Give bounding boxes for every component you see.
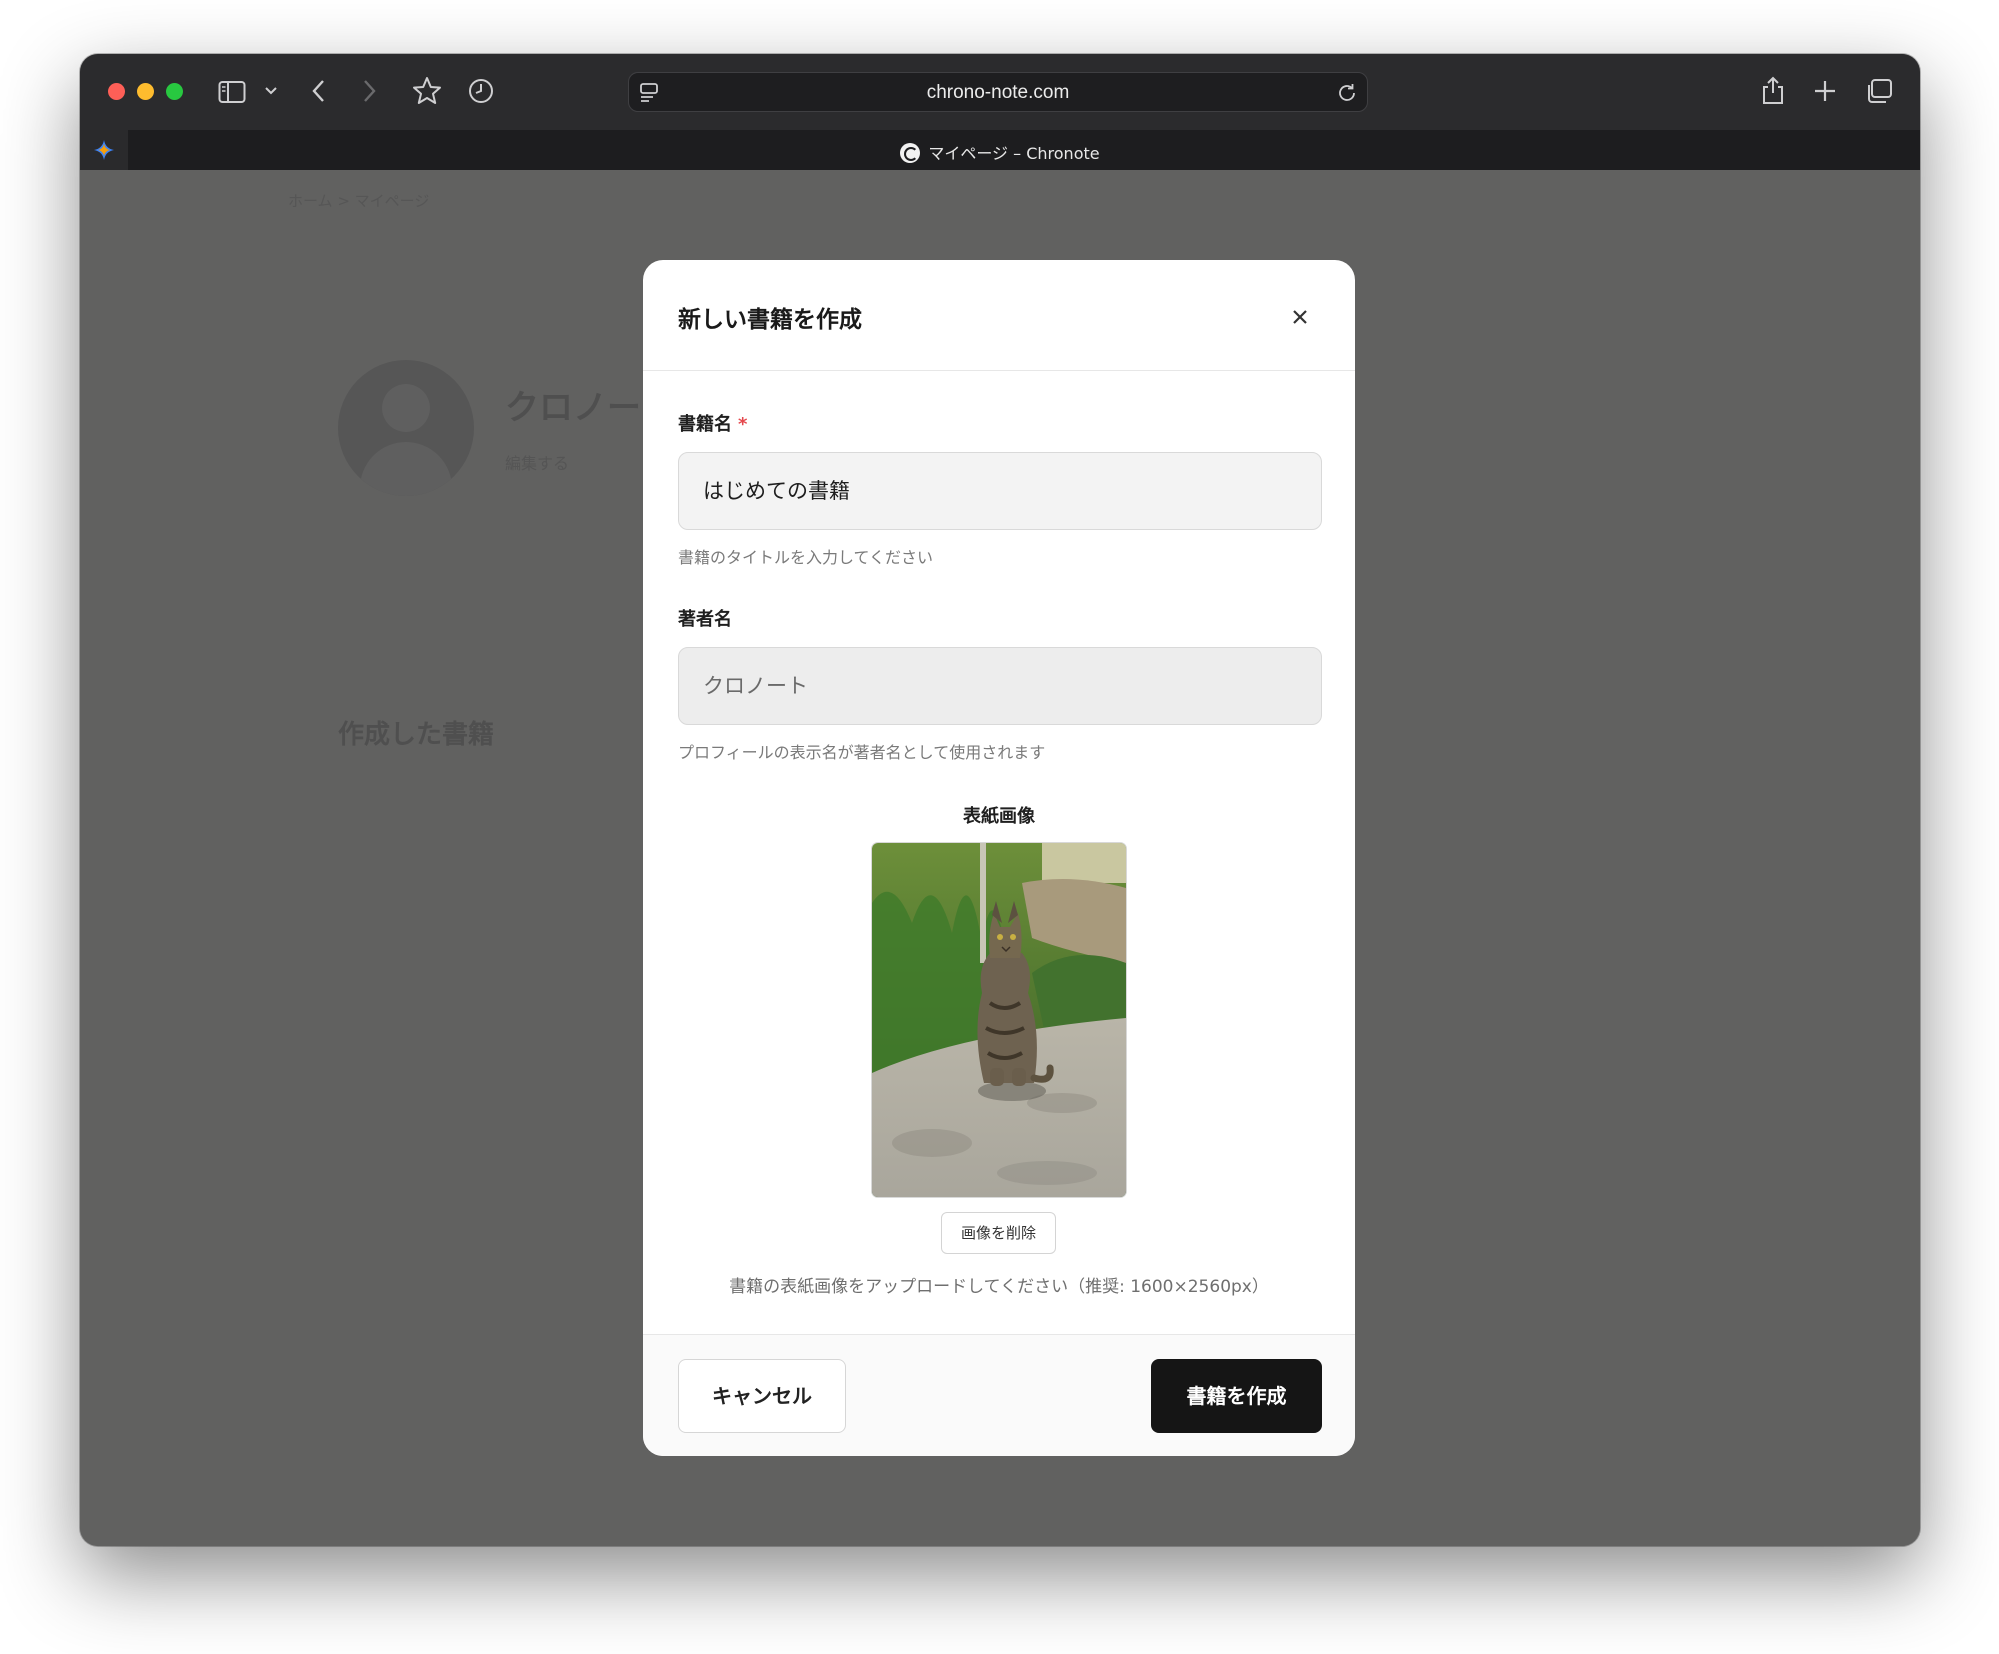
books-section-title: 作成した書籍 [338, 720, 495, 750]
tab-bar: マイページ – Chronote [80, 130, 1920, 170]
author-hint: プロフィールの表示名が著者名として使用されます [678, 743, 1046, 762]
zoom-window-button[interactable] [166, 83, 183, 100]
bookmark-star-icon[interactable] [412, 76, 442, 106]
site-logo-icon [900, 143, 921, 163]
cover-image-label: 表紙画像 [963, 806, 1035, 827]
create-book-dialog: 新しい書籍を作成 書籍名 * はじめての書籍 書籍のタイトルを入力してください 著… [643, 260, 1355, 1456]
profile-edit-link: 編集する [505, 454, 570, 473]
breadcrumb: ホーム > マイページ [288, 192, 430, 210]
cover-image-preview [872, 843, 1126, 1197]
book-title-label: 書籍名 * [678, 414, 748, 435]
cover-image-hint: 書籍の表紙画像をアップロードしてください（推奨: 1600×2560px） [729, 1277, 1269, 1297]
dialog-footer: キャンセル 書籍を作成 [643, 1334, 1355, 1456]
create-book-button[interactable]: 書籍を作成 [1151, 1359, 1322, 1433]
minimize-window-button[interactable] [137, 83, 154, 100]
close-icon[interactable] [1283, 300, 1317, 334]
tab-title-text: マイページ – Chronote [928, 144, 1100, 163]
share-icon[interactable] [1760, 74, 1786, 106]
dialog-header: 新しい書籍を作成 [643, 260, 1355, 371]
page-content: ホーム > マイページ クロノート 編集する 作成した書籍 新しい書籍を作成 書… [80, 170, 1920, 1546]
book-title-input[interactable]: はじめての書籍 [678, 452, 1322, 530]
dialog-title: 新しい書籍を作成 [678, 307, 862, 333]
remove-image-button[interactable]: 画像を削除 [941, 1212, 1056, 1254]
url-text[interactable]: chrono-note.com [629, 82, 1367, 104]
close-dialog-button[interactable] [1283, 300, 1317, 334]
forward-icon[interactable] [360, 78, 378, 104]
history-icon[interactable] [467, 77, 495, 105]
close-window-button[interactable] [108, 83, 125, 100]
sidebar-icon[interactable] [218, 80, 246, 104]
browser-toolbar: chrono-note.com [80, 54, 1920, 130]
author-input: クロノート [678, 647, 1322, 725]
browser-window: chrono-note.com マイページ – Chronote ホーム > マ… [80, 54, 1920, 1546]
tab-active[interactable]: マイページ – Chronote [80, 140, 1920, 164]
back-icon[interactable] [310, 78, 328, 104]
chevron-down-icon[interactable] [264, 85, 278, 97]
cancel-button[interactable]: キャンセル [678, 1359, 846, 1433]
reload-icon[interactable] [1336, 82, 1358, 104]
address-bar[interactable]: chrono-note.com [628, 72, 1368, 112]
author-label: 著者名 [678, 609, 732, 630]
required-mark: * [738, 414, 748, 435]
book-title-hint: 書籍のタイトルを入力してください [678, 548, 934, 567]
tab-overview-icon[interactable] [1864, 77, 1894, 105]
new-tab-icon[interactable] [1812, 78, 1838, 104]
avatar [338, 360, 474, 496]
